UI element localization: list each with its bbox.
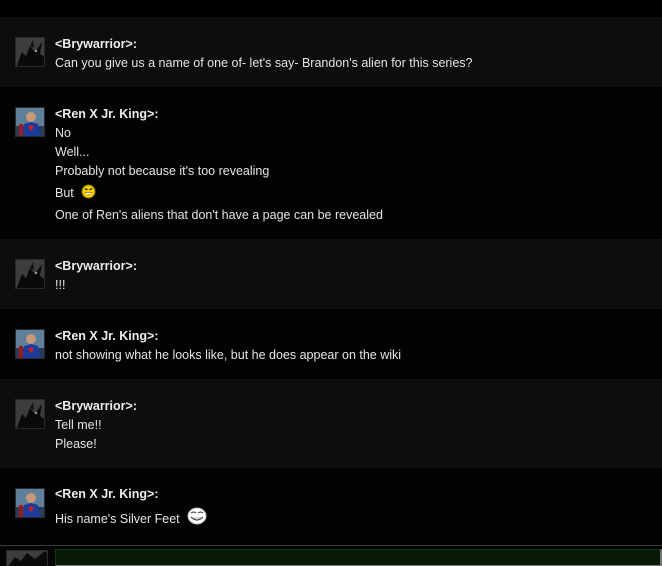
- message-line: not showing what he looks like, but he d…: [55, 348, 402, 362]
- message-line: !!!: [55, 278, 66, 292]
- message-line: But: [55, 186, 74, 200]
- message-author[interactable]: <Ren X Jr. King>:: [55, 105, 652, 124]
- message-author[interactable]: <Brywarrior>:: [55, 35, 652, 54]
- message-line-with-emote: His name's Silver Feet: [55, 507, 652, 531]
- brywarrior-avatar[interactable]: [15, 399, 45, 429]
- chat-message: <Ren X Jr. King>: No Well... Probably no…: [0, 87, 662, 239]
- trollface-emote-icon: [187, 507, 207, 531]
- message-line: Please!: [55, 437, 97, 451]
- ren-avatar[interactable]: [15, 107, 45, 137]
- message-author[interactable]: <Brywarrior>:: [55, 397, 652, 416]
- message-line: Can you give us a name of one of- let's …: [55, 56, 473, 70]
- chat-message: <Ren X Jr. King>: His name's Silver Feet: [0, 468, 662, 545]
- message-composer: [0, 545, 662, 566]
- chat-message: <Ren X Jr. King>: not showing what he lo…: [0, 309, 662, 379]
- message-line: Well...: [55, 145, 90, 159]
- chat-message: <Brywarrior>: !!!: [0, 239, 662, 309]
- self-avatar: [6, 550, 48, 566]
- message-line: His name's Silver Feet: [55, 512, 180, 526]
- ren-avatar[interactable]: [15, 488, 45, 518]
- message-input[interactable]: [55, 549, 662, 566]
- chat-message: <Brywarrior>: Can you give us a name of …: [0, 17, 662, 87]
- chat-message: <Brywarrior>: Tell me!! Please!: [0, 379, 662, 468]
- brywarrior-avatar[interactable]: [15, 259, 45, 289]
- laughing-emote-icon: [81, 184, 96, 205]
- ren-avatar[interactable]: [15, 329, 45, 359]
- message-author[interactable]: <Brywarrior>:: [55, 257, 652, 276]
- message-author[interactable]: <Ren X Jr. King>:: [55, 327, 652, 346]
- message-line-with-emote: But: [55, 184, 652, 206]
- message-line: Probably not because it's too revealing: [55, 164, 270, 178]
- brywarrior-avatar[interactable]: [15, 37, 45, 67]
- message-line: Tell me!!: [55, 418, 102, 432]
- chat-window: <Brywarrior>: Can you give us a name of …: [0, 0, 662, 566]
- message-line: One of Ren's aliens that don't have a pa…: [55, 208, 383, 222]
- message-line: No: [55, 126, 71, 140]
- message-author[interactable]: <Ren X Jr. King>:: [55, 485, 652, 504]
